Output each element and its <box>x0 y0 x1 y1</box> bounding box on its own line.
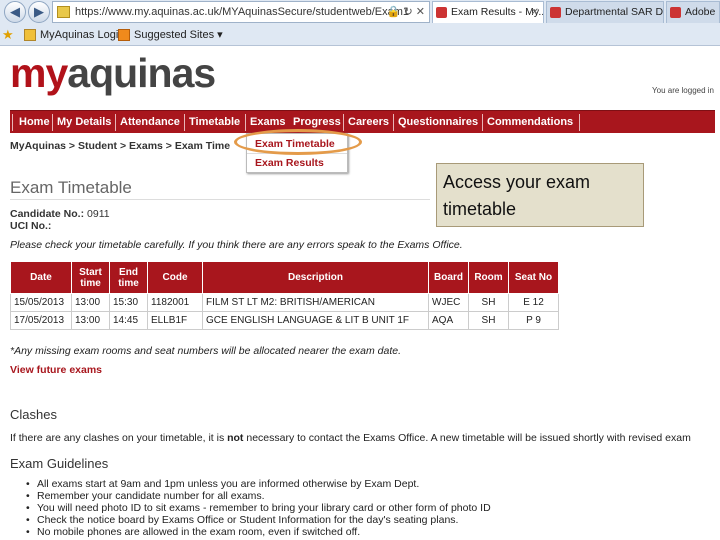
guidelines-heading: Exam Guidelines <box>10 456 109 471</box>
highlight-ring <box>234 129 362 155</box>
list-item: Remember your candidate number for all e… <box>26 490 491 502</box>
list-item: No mobile phones are allowed in the exam… <box>26 526 491 538</box>
candidate-number: Candidate No.: 0911 <box>10 208 110 220</box>
cell-code: 1182001 <box>147 293 203 312</box>
menu-careers[interactable]: Careers <box>343 111 394 134</box>
tab-adobe[interactable]: Adobe I <box>666 1 720 23</box>
missing-rooms-note: *Any missing exam rooms and seat numbers… <box>10 345 402 357</box>
menu-timetable[interactable]: Timetable <box>184 111 245 134</box>
close-icon[interactable]: ✕ <box>531 2 539 23</box>
callout-box: Access your exam timetable <box>436 163 644 227</box>
exam-table: Date Start time End time Code Descriptio… <box>10 261 559 330</box>
tab-exam-results[interactable]: Exam Results - My... ✕ <box>432 1 544 23</box>
table-row: 17/05/2013 13:00 14:45 ELLB1F GCE ENGLIS… <box>10 311 559 330</box>
cell-board: AQA <box>428 311 469 330</box>
tab-departmental-sar[interactable]: Departmental SAR Do... <box>546 1 664 23</box>
menu-commendations[interactable]: Commendations <box>482 111 578 134</box>
address-controls-icon[interactable]: 🔒 ↻ ✕ <box>387 2 425 22</box>
clashes-text: If there are any clashes on your timetab… <box>10 432 691 444</box>
cell-date: 15/05/2013 <box>10 293 72 312</box>
url-text: https://www.my.aquinas.ac.uk/MYAquinasSe… <box>75 6 410 18</box>
clashes-heading: Clashes <box>10 407 57 422</box>
logged-in-text: You are logged in <box>652 86 714 95</box>
address-bar[interactable]: https://www.my.aquinas.ac.uk/MYAquinasSe… <box>52 1 430 23</box>
header-room: Room <box>468 261 509 294</box>
main-menu: Home My Details Attendance Timetable Exa… <box>10 110 715 133</box>
header-code: Code <box>147 261 203 294</box>
cell-start: 13:00 <box>71 311 110 330</box>
view-future-exams-link[interactable]: View future exams <box>10 364 102 376</box>
menu-item-exam-results[interactable]: Exam Results <box>255 157 324 169</box>
list-item: You will need photo ID to sit exams - re… <box>26 502 491 514</box>
back-icon[interactable]: ◀ <box>4 1 26 23</box>
fav-label: Suggested Sites ▾ <box>134 29 223 41</box>
tab-site-icon <box>670 7 681 18</box>
cell-date: 17/05/2013 <box>10 311 72 330</box>
header-seat-no: Seat No <box>508 261 559 294</box>
page-title: Exam Timetable <box>10 178 132 197</box>
menu-my-details[interactable]: My Details <box>52 111 116 134</box>
browser-chrome: ◀ ▶ https://www.my.aquinas.ac.uk/MYAquin… <box>0 0 720 46</box>
myaquinas-logo[interactable]: myaquinas <box>10 50 216 97</box>
menu-questionnaires[interactable]: Questionnaires <box>393 111 483 134</box>
cell-seat: E 12 <box>508 293 559 312</box>
menu-home[interactable]: Home <box>14 111 55 134</box>
site-icon <box>57 6 70 18</box>
tab-site-icon <box>550 7 561 18</box>
divider <box>10 199 430 200</box>
cell-seat: P 9 <box>508 311 559 330</box>
fav-myaquinas-login[interactable]: MyAquinas Login <box>22 24 124 46</box>
header-date: Date <box>10 261 72 294</box>
cell-start: 13:00 <box>71 293 110 312</box>
header-description: Description <box>202 261 429 294</box>
breadcrumb: MyAquinas > Student > Exams > Exam Time <box>10 140 231 152</box>
table-row: 15/05/2013 13:00 15:30 1182001 FILM ST L… <box>10 293 559 312</box>
cell-board: WJEC <box>428 293 469 312</box>
fav-label: MyAquinas Login <box>40 29 125 41</box>
menu-attendance[interactable]: Attendance <box>115 111 185 134</box>
page-icon <box>24 29 36 41</box>
table-header-row: Date Start time End time Code Descriptio… <box>10 261 559 294</box>
tab-label: Adobe I <box>685 6 720 18</box>
suggested-sites-icon <box>118 29 130 41</box>
forward-icon[interactable]: ▶ <box>28 1 50 23</box>
tab-label: Departmental SAR Do... <box>565 6 664 18</box>
cell-room: SH <box>468 311 509 330</box>
header-board: Board <box>428 261 469 294</box>
fav-suggested-sites[interactable]: Suggested Sites ▾ <box>116 24 223 46</box>
list-item: Check the notice board by Exams Office o… <box>26 514 491 526</box>
cell-description: GCE ENGLISH LANGUAGE & LIT B UNIT 1F <box>202 311 429 330</box>
uci-number: UCI No.: <box>10 220 52 232</box>
guidelines-list: All exams start at 9am and 1pm unless yo… <box>26 478 491 538</box>
cell-description: FILM ST LT M2: BRITISH/AMERICAN <box>202 293 429 312</box>
cell-code: ELLB1F <box>147 311 203 330</box>
header-end-time: End time <box>109 261 148 294</box>
cell-end: 15:30 <box>109 293 148 312</box>
favorites-bar: ★ MyAquinas Login Suggested Sites ▾ <box>0 24 720 46</box>
list-item: All exams start at 9am and 1pm unless yo… <box>26 478 491 490</box>
tab-site-icon <box>436 7 447 18</box>
warning-text: Please check your timetable carefully. I… <box>10 239 463 251</box>
header-start-time: Start time <box>71 261 110 294</box>
cell-end: 14:45 <box>109 311 148 330</box>
cell-room: SH <box>468 293 509 312</box>
